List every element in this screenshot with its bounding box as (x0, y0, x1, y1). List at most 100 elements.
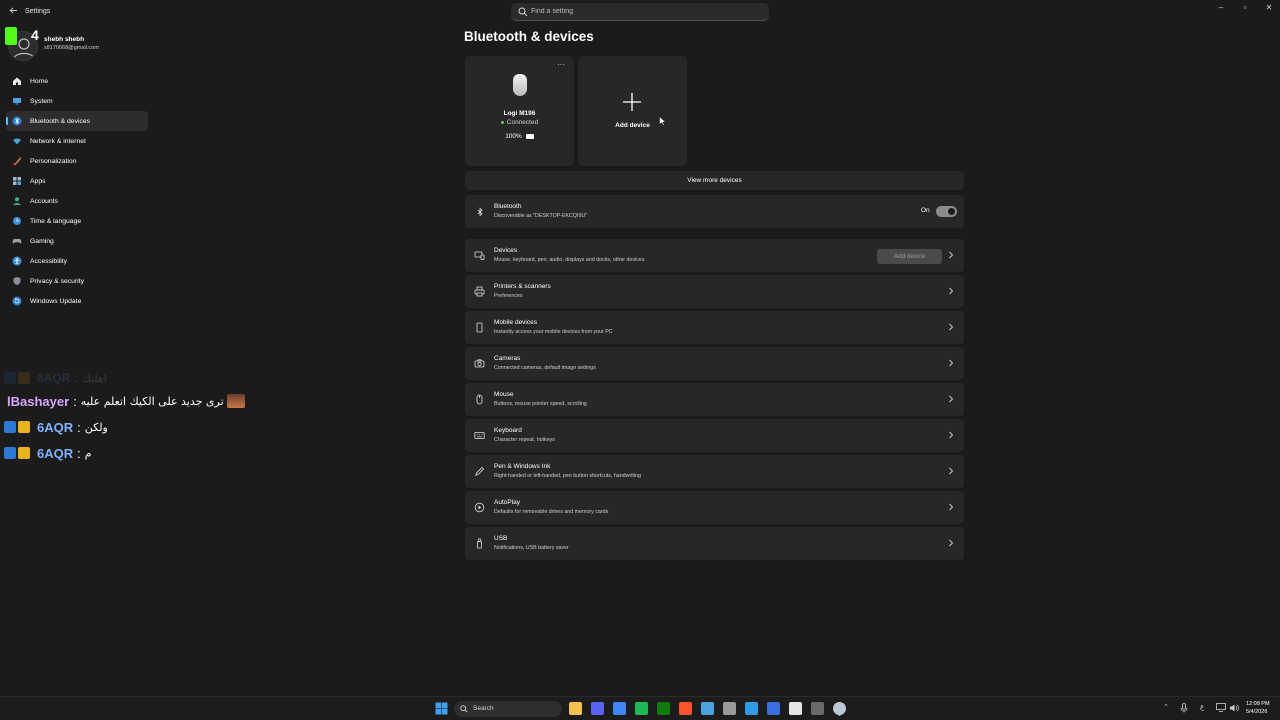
row-title: USB (494, 535, 508, 542)
chat-message: lBashayer : ترى جديد على الكيك اتعلم علي… (4, 388, 264, 414)
search-input[interactable] (531, 4, 761, 19)
network-icon[interactable] (1216, 703, 1226, 712)
badge-icon (4, 372, 16, 384)
chevron-right-icon (949, 503, 954, 511)
autoplay-row[interactable]: AutoPlay Defaults for removable drives a… (465, 491, 964, 524)
update-icon (12, 296, 22, 306)
printers-scanners-row[interactable]: Printers & scanners Preferences (465, 275, 964, 308)
back-button[interactable] (6, 5, 20, 19)
row-subtitle: Mouse, keyboard, pen, audio, displays an… (494, 257, 645, 263)
mouse-row[interactable]: Mouse Buttons, mouse pointer speed, scro… (465, 383, 964, 416)
gamepad-icon (12, 236, 22, 246)
row-subtitle: Discoverable as "DESKTOP-EKCQI9U" (494, 213, 588, 219)
overlay-number: 4 (31, 27, 39, 43)
sidebar-item-system[interactable]: System (6, 91, 148, 111)
crown-badge-icon (18, 421, 30, 433)
chevron-up-icon[interactable]: ⌃ (1163, 703, 1169, 711)
usb-row[interactable]: USB Notifications, USB battery saver (465, 527, 964, 560)
maximize-button[interactable]: ▫ (1233, 0, 1257, 18)
accessibility-icon (12, 256, 22, 266)
app-blue-icon[interactable] (767, 702, 780, 715)
xbox-icon[interactable] (657, 702, 670, 715)
sidebar-item-apps[interactable]: Apps (6, 171, 148, 191)
close-button[interactable]: ✕ (1257, 0, 1280, 18)
app-grid-icon[interactable] (723, 702, 736, 715)
sidebar-item-network[interactable]: Network & internet (6, 131, 148, 151)
file-explorer-icon[interactable] (569, 702, 582, 715)
row-subtitle: Preferences (494, 293, 523, 299)
sidebar-item-time-language[interactable]: Time & language (6, 211, 148, 231)
row-subtitle: Connected cameras, default image setting… (494, 365, 596, 371)
person-icon (12, 196, 22, 206)
discord-icon[interactable] (591, 702, 604, 715)
sidebar-item-home[interactable]: Home (6, 71, 148, 91)
emote-icon (226, 394, 245, 408)
home-icon (12, 76, 22, 86)
mouse-icon (474, 394, 485, 405)
chevron-right-icon (949, 467, 954, 475)
mobile-devices-row[interactable]: Mobile devices Instantly access your mob… (465, 311, 964, 344)
crown-badge-icon (18, 447, 30, 459)
chat-username: 6AQR (37, 445, 74, 461)
input-language[interactable]: ع (1200, 703, 1204, 711)
calculator-icon[interactable] (811, 702, 824, 715)
sidebar-item-accessibility[interactable]: Accessibility (6, 251, 148, 271)
defender-icon[interactable] (701, 702, 714, 715)
chrome-icon[interactable] (613, 702, 626, 715)
battery-icon (525, 133, 534, 139)
pen-windows-ink-row[interactable]: Pen & Windows Ink Right-handed or left-h… (465, 455, 964, 488)
sidebar-item-label: Accounts (30, 197, 58, 205)
add-device-button[interactable]: Add device (877, 249, 942, 264)
add-device-card[interactable]: Add device (578, 56, 687, 166)
row-title: Mouse (494, 391, 514, 398)
sidebar-nav: Home System Bluetooth & devices Network … (6, 71, 148, 311)
row-title: Bluetooth (494, 203, 522, 210)
brush-icon (12, 156, 22, 166)
minimize-button[interactable]: – (1209, 0, 1233, 18)
brave-icon[interactable] (679, 702, 692, 715)
clock-time[interactable]: 12:08 PM (1246, 701, 1270, 707)
title-bar: Settings – ▫ ✕ (0, 0, 1280, 24)
sidebar-item-gaming[interactable]: Gaming (6, 231, 148, 251)
stream-chat-overlay: 6AQR : اهلنك lBashayer : ترى جديد على ال… (4, 368, 264, 466)
edge-icon[interactable] (745, 702, 758, 715)
clock-date[interactable]: 5/4/2026 (1246, 709, 1267, 715)
sidebar-item-personalization[interactable]: Personalization (6, 151, 148, 171)
badge-icon (4, 421, 16, 433)
microphone-icon[interactable] (1180, 703, 1188, 713)
app-green-icon[interactable] (635, 702, 648, 715)
cameras-row[interactable]: Cameras Connected cameras, default image… (465, 347, 964, 380)
sidebar-item-windows-update[interactable]: Windows Update (6, 291, 148, 311)
device-name: Logi M196 (503, 110, 536, 117)
search-icon (460, 705, 468, 713)
keyboard-row[interactable]: Keyboard Character repeat, hotkeys (465, 419, 964, 452)
chat-username: 6AQR (37, 419, 74, 435)
find-setting-search[interactable] (511, 3, 769, 21)
badge-icon (4, 447, 16, 459)
add-device-label: Add device (615, 122, 650, 129)
sidebar-item-label: Privacy & security (30, 277, 85, 285)
bluetooth-toggle[interactable] (936, 206, 957, 217)
view-more-devices-button[interactable]: View more devices (465, 171, 964, 190)
sidebar-item-accounts[interactable]: Accounts (6, 191, 148, 211)
settings-icon[interactable] (833, 702, 846, 715)
windows-start-icon[interactable] (435, 702, 448, 715)
search-icon (518, 7, 528, 17)
devices-icon (474, 250, 485, 261)
devices-row[interactable]: Devices Mouse, keyboard, pen, audio, dis… (465, 239, 964, 272)
capcut-icon[interactable] (789, 702, 802, 715)
sidebar-item-bluetooth[interactable]: Bluetooth & devices (6, 111, 148, 131)
page-title: Bluetooth & devices (464, 29, 594, 44)
chevron-right-icon (949, 431, 954, 439)
device-card[interactable]: ··· Logi M196 Connected 100% (465, 56, 574, 166)
taskbar-search[interactable]: Search (454, 701, 562, 717)
row-subtitle: Right-handed or left-handed, pen button … (494, 473, 641, 479)
battery-level: 100% (505, 133, 522, 140)
volume-icon[interactable] (1229, 703, 1239, 713)
sidebar-item-privacy[interactable]: Privacy & security (6, 271, 148, 291)
sidebar-item-label: Windows Update (30, 297, 82, 305)
connected-dot-icon (500, 120, 504, 124)
more-options-button[interactable]: ··· (557, 60, 565, 69)
row-subtitle: Character repeat, hotkeys (494, 437, 555, 443)
sidebar-item-label: Apps (30, 177, 46, 185)
